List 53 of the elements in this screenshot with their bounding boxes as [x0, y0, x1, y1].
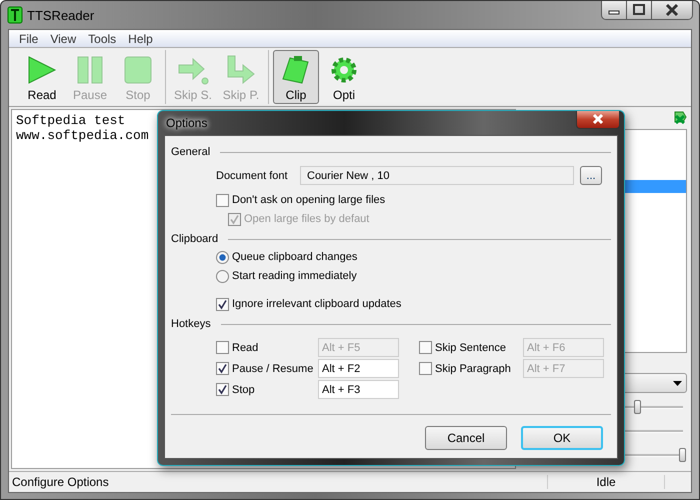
delete-icon[interactable]: [673, 110, 687, 124]
turn-arrow-icon: [225, 54, 257, 86]
checkbox[interactable]: Ignore irrelevant clipboard updates: [216, 296, 611, 312]
checkbox[interactable]: Don't ask on opening large files: [216, 192, 611, 208]
hotkey-field[interactable]: Alt + F3: [318, 380, 399, 399]
menu-item[interactable]: Help: [122, 32, 159, 46]
caret-icon: [673, 380, 682, 386]
checkbox[interactable]: Skip Paragraph: [419, 360, 519, 376]
hotkey-field[interactable]: Alt + F2: [318, 359, 399, 378]
stop-icon: [122, 54, 154, 86]
radio-button[interactable]: Queue clipboard changes: [216, 249, 611, 265]
dialog-button[interactable]: Cancel: [425, 426, 507, 450]
status-message: Configure Options: [11, 475, 110, 489]
toolbar-button[interactable]: Clip: [273, 50, 319, 104]
toolbar-button[interactable]: Read: [19, 50, 65, 104]
window-title: TTSReader: [27, 8, 94, 22]
text-line: www.softpedia.com: [16, 128, 149, 143]
toolbar-button[interactable]: Opti: [321, 50, 367, 104]
checkbox[interactable]: Skip Sentence: [419, 340, 519, 356]
menu-item[interactable]: Tools: [82, 32, 122, 46]
checkbox-square[interactable]: [216, 194, 229, 206]
play-icon: [26, 54, 58, 86]
checkbox-square[interactable]: [419, 362, 432, 375]
close-button[interactable]: [576, 111, 620, 129]
section-heading: Hotkeys: [171, 318, 211, 330]
checkbox-square[interactable]: [216, 298, 229, 310]
app-icon: [7, 6, 23, 24]
slider-thumb[interactable]: [679, 448, 686, 462]
checkbox[interactable]: Stop: [216, 382, 314, 398]
checkbox-square[interactable]: [419, 341, 432, 354]
field-label: Document font: [216, 170, 289, 182]
minimize-button[interactable]: [602, 1, 627, 19]
checkbox[interactable]: Read: [216, 340, 314, 356]
close-button[interactable]: [652, 1, 692, 19]
checkbox[interactable]: Pause / Resume: [216, 360, 314, 376]
section-heading: Clipboard: [171, 233, 218, 245]
radio-button[interactable]: Start reading immediately: [216, 268, 611, 284]
radio-circle[interactable]: [216, 270, 229, 282]
browse-button[interactable]: ...: [580, 166, 602, 185]
status-state: Idle: [547, 475, 665, 489]
section-heading: General: [171, 146, 210, 158]
dialog-button[interactable]: OK: [521, 426, 603, 450]
menu-item[interactable]: File: [13, 32, 44, 46]
slider-thumb[interactable]: [634, 400, 641, 414]
font-field[interactable]: Courier New , 10: [300, 166, 574, 185]
menu-item[interactable]: View: [44, 32, 82, 46]
dialog-title: Options: [166, 116, 208, 130]
checkbox-square[interactable]: [216, 362, 229, 375]
maximize-button[interactable]: [627, 1, 652, 19]
checkbox-square[interactable]: [216, 383, 229, 396]
checkbox-square[interactable]: [216, 341, 229, 354]
text-line: Softpedia test: [16, 113, 126, 128]
radio-circle[interactable]: [216, 250, 229, 264]
